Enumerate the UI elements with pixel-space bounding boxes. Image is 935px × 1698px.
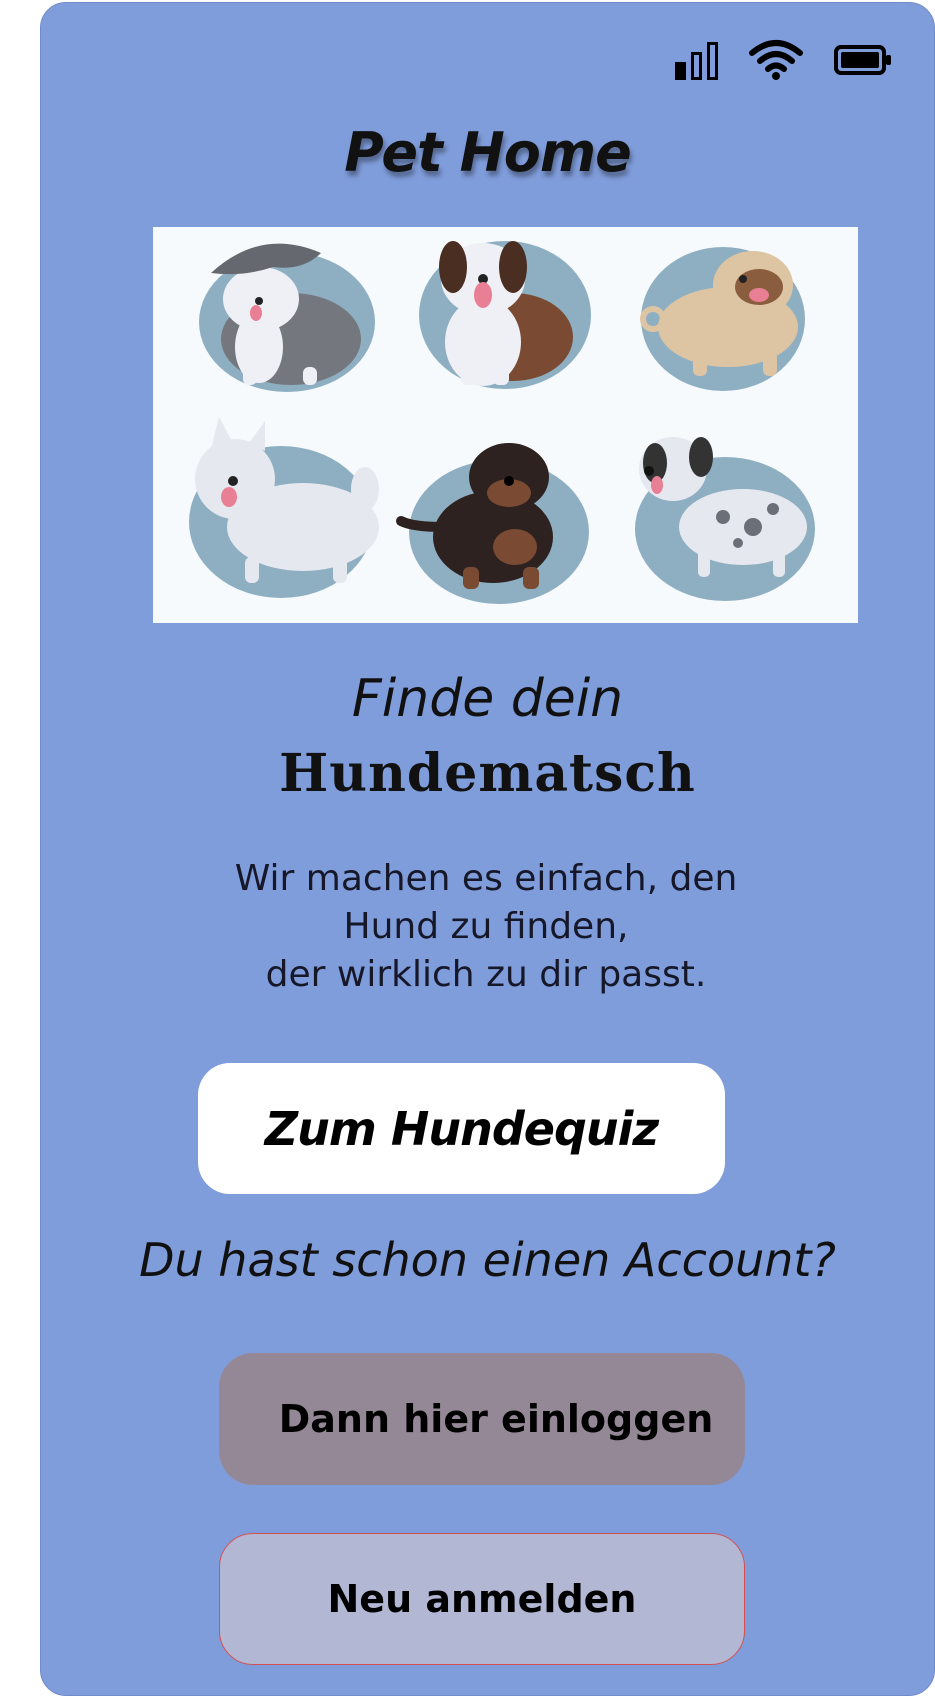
login-button[interactable]: Dann hier einloggen xyxy=(219,1353,745,1485)
dogs-image xyxy=(189,241,815,604)
sheepdog-icon xyxy=(211,243,361,385)
phone-screen: Pet Home Finde dein Hundematsch Wir mach… xyxy=(40,2,935,1696)
wifi-icon xyxy=(749,40,803,80)
account-question: Du hast schon einen Account? xyxy=(139,1233,836,1287)
signal-icon xyxy=(675,40,718,80)
app-title: Pet Home xyxy=(344,121,632,184)
subtitle-line-3: der wirklich zu dir passt. xyxy=(265,954,707,995)
register-button[interactable]: Neu anmelden xyxy=(219,1533,745,1665)
dog-illustration xyxy=(153,227,858,623)
headline: Finde dein xyxy=(351,669,624,729)
battery-icon xyxy=(834,45,891,75)
subtitle-line-1: Wir machen es einfach, den xyxy=(234,858,738,899)
quiz-button[interactable]: Zum Hundequiz xyxy=(198,1063,725,1194)
subtitle-line-2: Hund zu finden, xyxy=(343,906,629,947)
subtitle: Wir machen es einfach, den Hund zu finde… xyxy=(101,855,871,999)
status-bar xyxy=(675,39,892,81)
headline-brand: Hundematsch xyxy=(279,743,696,804)
